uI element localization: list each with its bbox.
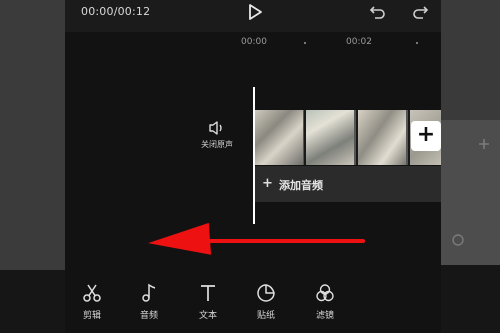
ghost-settings-icon: [452, 234, 464, 246]
add-clip-button[interactable]: +: [411, 121, 441, 151]
ruler-label-2s: 00:02: [346, 37, 372, 47]
music-note-icon: [142, 283, 156, 302]
undo-icon: [369, 6, 385, 19]
toolbar-item-edit[interactable]: 剪辑: [72, 282, 112, 321]
time-display: 00:00/00:12: [81, 5, 151, 18]
scissors-icon: [83, 284, 101, 302]
mute-original-button[interactable]: 关闭原声: [195, 120, 239, 160]
redo-button[interactable]: [411, 3, 429, 21]
undo-button[interactable]: [369, 3, 387, 21]
video-thumbnail: [253, 110, 303, 165]
filter-icon: [316, 284, 334, 302]
toolbar-item-label: 剪辑: [82, 311, 101, 321]
redo-icon: [413, 6, 429, 19]
toolbar-left-background: [0, 270, 65, 333]
video-thumbnail: [356, 110, 406, 165]
speaker-icon: [209, 121, 222, 135]
plus-icon: +: [416, 122, 436, 147]
video-thumbnail: [304, 110, 354, 165]
mute-original-label: 关闭原声: [201, 140, 233, 149]
add-audio-label: 添加音频: [279, 179, 323, 192]
toolbar-item-sticker[interactable]: 贴纸: [246, 282, 286, 321]
plus-icon: +: [262, 176, 273, 191]
playhead[interactable]: [253, 87, 255, 224]
play-button[interactable]: [246, 3, 264, 21]
play-icon: [249, 4, 262, 20]
toolbar-item-audio[interactable]: 音频: [129, 282, 169, 321]
sticker-icon: [257, 284, 275, 302]
ruler-label-start: 00:00: [241, 37, 267, 47]
right-background-top: [441, 0, 500, 120]
toolbar-item-filter[interactable]: 滤镜: [305, 282, 345, 321]
toolbar-item-label: 文本: [198, 311, 217, 321]
toolbar-item-label: 贴纸: [256, 311, 275, 321]
annotation-arrow-head: [146, 222, 212, 260]
ruler-tick: [416, 42, 418, 44]
text-icon: [201, 285, 215, 301]
toolbar-item-label: 音频: [139, 311, 158, 321]
ghost-plus-icon: [479, 139, 489, 149]
toolbar-right-background: [441, 265, 500, 333]
toolbar-item-text[interactable]: 文本: [188, 282, 228, 321]
toolbar-item-label: 滤镜: [315, 311, 334, 321]
ruler-tick: [304, 42, 306, 44]
